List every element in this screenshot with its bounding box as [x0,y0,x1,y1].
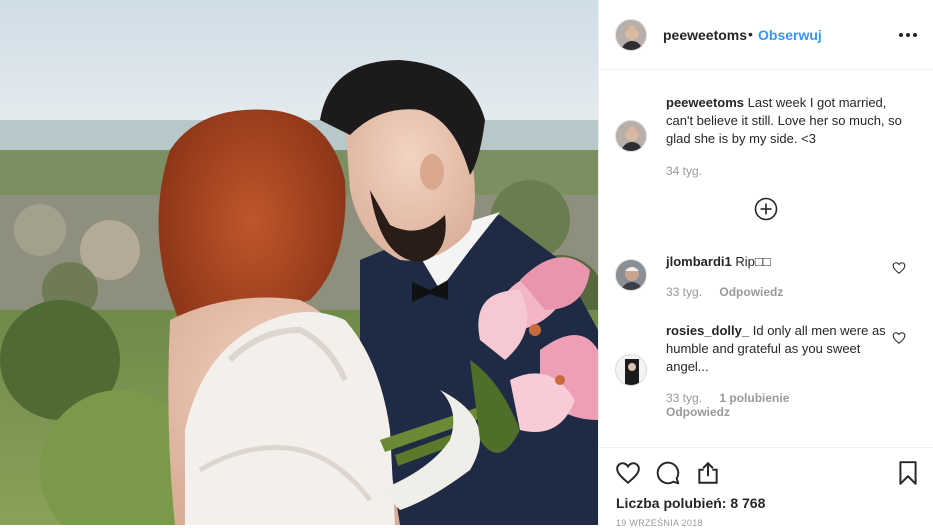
author-avatar[interactable] [615,19,647,51]
post-side-panel: peeweetoms • Obserwuj peeweetoms Last we… [598,0,933,528]
like-comment-heart-icon[interactable] [892,331,906,345]
post-date[interactable]: 19 września 2018 [616,518,703,528]
plus-circle-icon [754,197,778,221]
reply-button[interactable]: Odpowiedz [666,405,730,419]
header-separator: • [748,26,753,42]
likes-count[interactable]: Liczba polubień: 8 768 [616,495,765,511]
comment-meta: 33 tyg. 1 polubienie Odpowiedz [666,391,886,419]
wedding-photo-image [0,0,598,525]
like-comment-heart-icon[interactable] [892,261,906,275]
reply-button[interactable]: Odpowiedz [719,285,783,299]
caption-time[interactable]: 34 tyg. [666,164,702,178]
heart-icon[interactable] [615,460,641,486]
comment-time[interactable]: 33 tyg. [666,391,702,405]
comment-text: Rip□□ [735,254,771,269]
comment-time[interactable]: 33 tyg. [666,285,702,299]
post-actions: Liczba polubień: 8 768 19 września 2018 [599,447,933,528]
comment-username[interactable]: jlombardi1 [666,254,732,269]
comment-username[interactable]: rosies_dolly_ [666,323,749,338]
follow-button[interactable]: Obserwuj [758,27,822,43]
comment-meta: 33 tyg. Odpowiedz [666,285,783,299]
caption-avatar[interactable] [615,120,647,152]
comment: rosies_dolly_ Id only all men were as hu… [666,322,906,376]
commenter-avatar[interactable] [615,354,647,386]
bookmark-icon[interactable] [895,460,921,486]
author-username[interactable]: peeweetoms [663,27,747,43]
comments-list: peeweetoms Last week I got married, can'… [599,71,933,447]
caption: peeweetoms Last week I got married, can'… [666,94,906,148]
post-header: peeweetoms • Obserwuj [599,0,933,70]
share-icon[interactable] [695,460,721,486]
load-more-comments-button[interactable] [754,197,778,221]
post-photo[interactable] [0,0,598,525]
more-options-icon[interactable] [899,26,919,44]
comment-icon[interactable] [655,460,681,486]
caption-username[interactable]: peeweetoms [666,95,744,110]
commenter-avatar[interactable] [615,259,647,291]
comment-likes-count[interactable]: 1 polubienie [719,391,789,405]
comment: jlombardi1 Rip□□ [666,253,906,271]
